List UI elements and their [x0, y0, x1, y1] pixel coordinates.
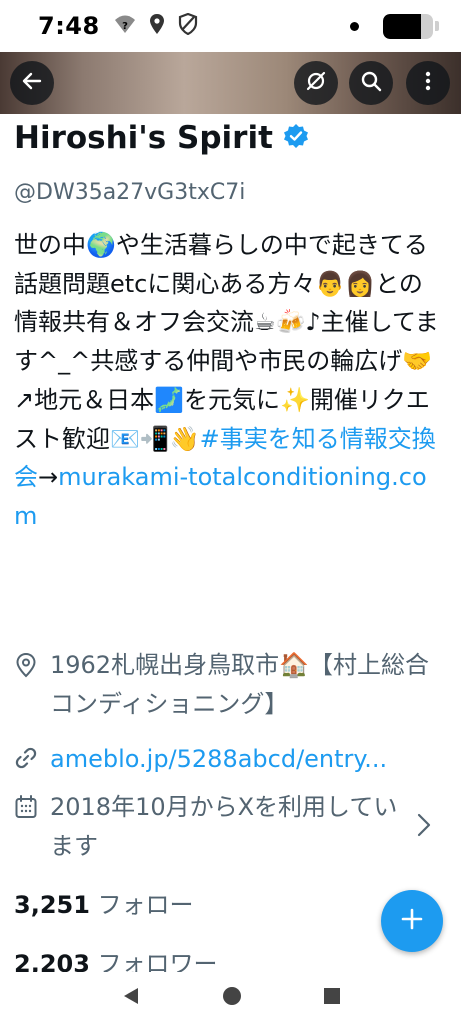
profile-banner — [0, 52, 461, 114]
search-icon — [359, 69, 383, 97]
wifi-question-icon: ? — [114, 14, 136, 38]
bio-website-link[interactable]: murakami-totalconditioning.com — [14, 463, 427, 530]
compose-button[interactable] — [381, 890, 443, 952]
profile-bio: 世の中🌍や生活暮らしの中で起きてる話題問題etcに関心ある方々👨👩との情報共有＆… — [14, 226, 442, 536]
nav-home-icon[interactable] — [222, 986, 242, 1010]
notification-dot — [350, 21, 359, 31]
status-bar: 7:48 ? — [0, 0, 461, 52]
system-nav-bar — [0, 972, 461, 1024]
profile-joined-date: 2018年10月からXを利用しています — [50, 793, 398, 860]
verified-badge-icon[interactable] — [283, 123, 309, 153]
eye-off-icon — [304, 69, 328, 97]
svg-text:?: ? — [122, 21, 128, 32]
profile-name-row: Hiroshi's Spirit — [14, 120, 309, 156]
back-button[interactable] — [10, 61, 54, 105]
hide-button[interactable] — [294, 61, 338, 105]
nav-back-icon[interactable] — [121, 986, 141, 1010]
chevron-right-icon[interactable] — [417, 813, 431, 841]
profile-name: Hiroshi's Spirit — [14, 120, 273, 156]
shield-icon — [178, 12, 198, 39]
profile-joined-row[interactable]: 2018年10月からXを利用しています — [14, 788, 434, 865]
calendar-icon — [14, 794, 40, 820]
profile-handle: @DW35a27vG3txC7i — [14, 180, 246, 205]
plus-icon — [400, 907, 424, 935]
profile-location-row: 1962札幌出身鳥取市🏠【村上総合コンディショニング】 — [14, 646, 434, 723]
bio-text: 世の中🌍や生活暮らしの中で起きてる話題問題etcに関心ある方々👨👩との情報共有＆… — [14, 231, 439, 453]
location-pin-icon — [14, 652, 40, 678]
bio-arrow: → — [38, 463, 59, 492]
following-count: 3,251 — [14, 891, 90, 919]
profile-screen: 7:48 ? Hiroshi's Spirit @DW35a27vG3txC7i… — [0, 0, 461, 1024]
following-link[interactable]: 3,251 フォロー — [14, 885, 194, 920]
location-icon — [149, 13, 165, 39]
status-time: 7:48 — [38, 12, 100, 40]
profile-website-link[interactable]: ameblo.jp/5288abcd/entry... — [50, 740, 387, 779]
following-label: フォロー — [97, 891, 194, 919]
more-button[interactable] — [406, 61, 450, 105]
back-arrow-icon — [20, 69, 44, 97]
search-button[interactable] — [349, 61, 393, 105]
more-vertical-icon — [416, 69, 440, 97]
profile-website-row: ameblo.jp/5288abcd/entry... — [14, 740, 434, 779]
profile-location: 1962札幌出身鳥取市🏠【村上総合コンディショニング】 — [50, 651, 429, 718]
link-icon — [14, 746, 40, 772]
nav-recents-icon[interactable] — [323, 987, 341, 1009]
battery-icon — [383, 13, 433, 39]
